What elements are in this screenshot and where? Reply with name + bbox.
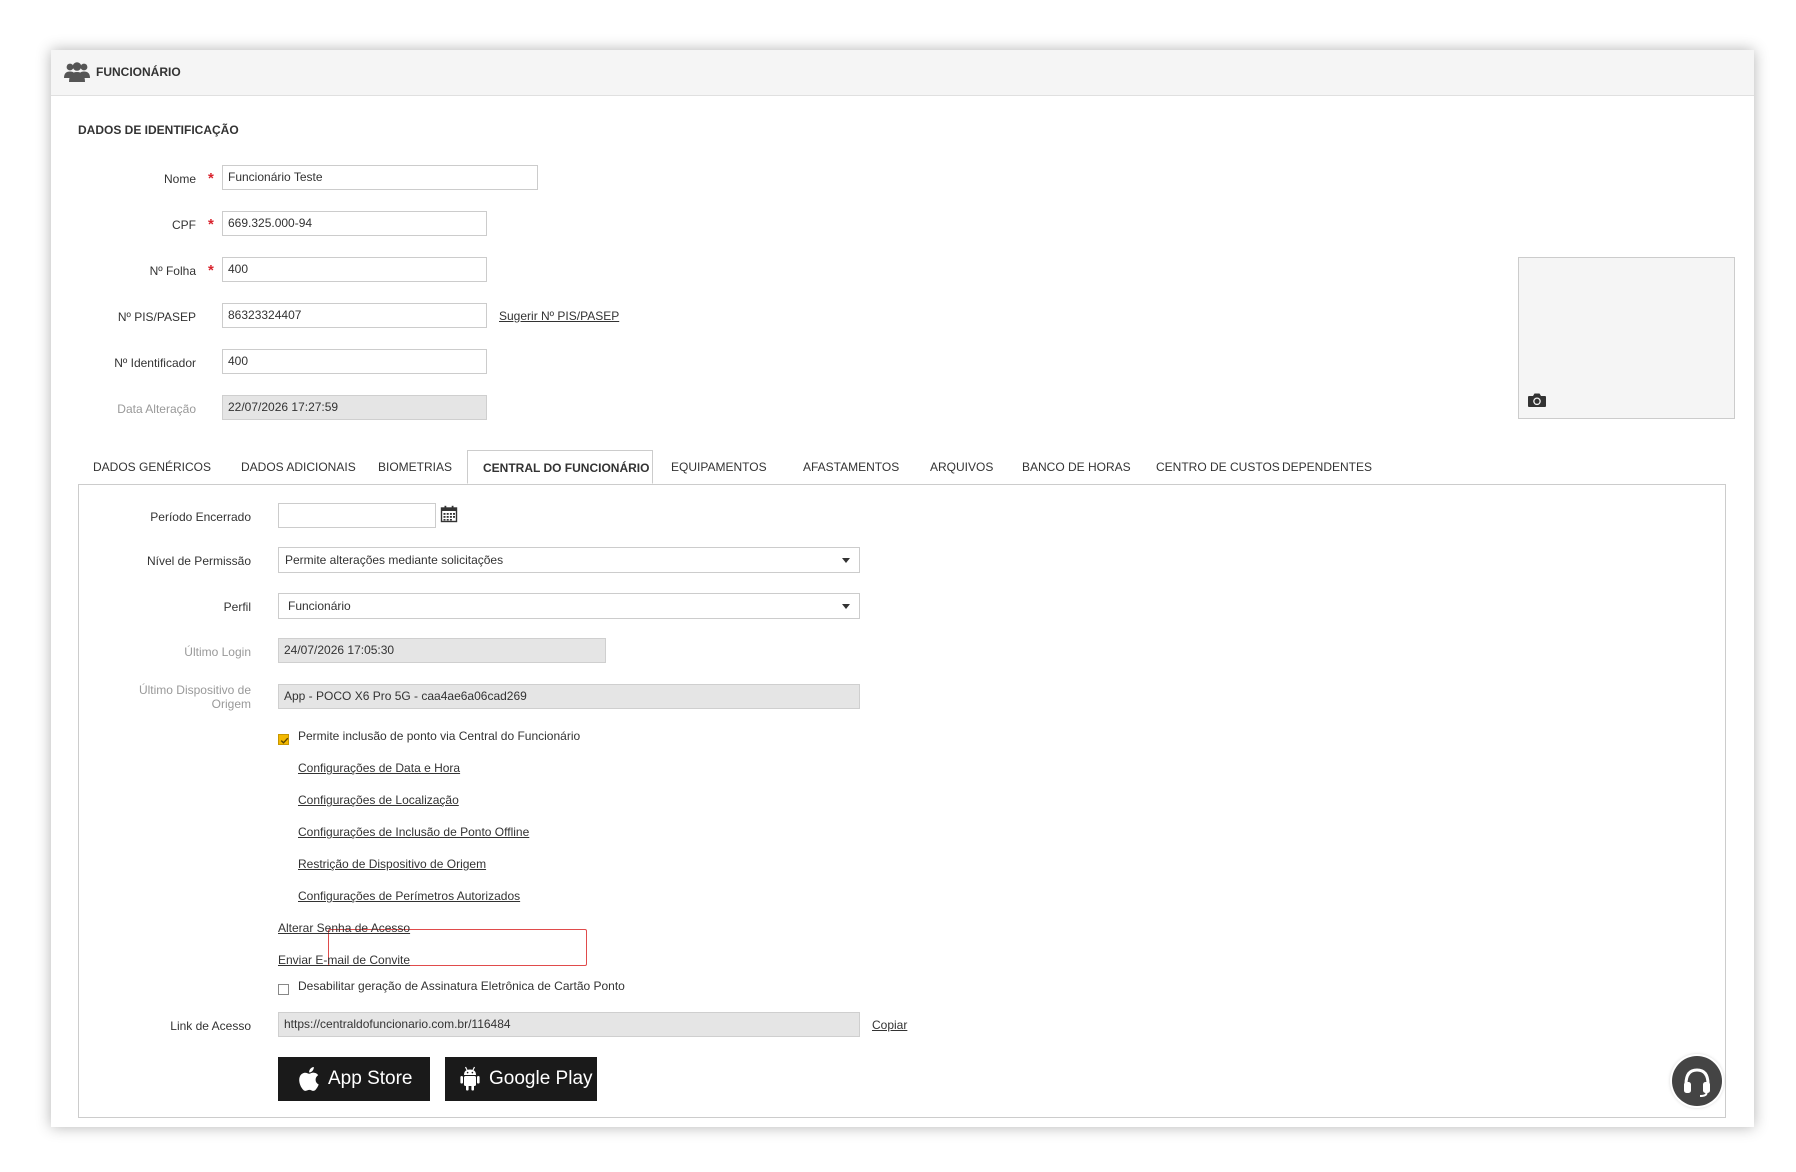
- tab-dados-genericos[interactable]: DADOS GENÉRICOS: [78, 450, 226, 484]
- tab-equipamentos[interactable]: EQUIPAMENTOS: [656, 450, 782, 484]
- nivel-permissao-value: Permite alterações mediante solicitações: [285, 553, 504, 567]
- ultimo-login-label: Último Login: [184, 645, 251, 659]
- pis-input[interactable]: 86323324407: [222, 303, 487, 328]
- perfil-select[interactable]: Funcionário: [278, 593, 860, 619]
- chevron-down-icon: [842, 558, 850, 563]
- desabilitar-assinatura-label[interactable]: Desabilitar geração de Assinatura Eletrô…: [298, 979, 625, 993]
- nivel-permissao-select[interactable]: Permite alterações mediante solicitações: [278, 547, 860, 573]
- apple-icon: [299, 1067, 319, 1091]
- identificador-input[interactable]: 400: [222, 349, 487, 374]
- section-title-identificacao: DADOS DE IDENTIFICAÇÃO: [78, 123, 239, 137]
- tab-dependentes[interactable]: DEPENDENTES: [1267, 450, 1387, 484]
- android-icon: [460, 1066, 480, 1091]
- funcionario-window: FUNCIONÁRIO DADOS DE IDENTIFICAÇÃO Nome …: [51, 50, 1754, 1127]
- google-play-button[interactable]: Google Play: [445, 1057, 597, 1101]
- folha-input[interactable]: 400: [222, 257, 487, 282]
- perfil-value: Funcionário: [288, 599, 351, 613]
- ultimo-dispositivo-field: App - POCO X6 Pro 5G - caa4ae6a06cad269: [278, 684, 860, 709]
- ultimo-dispositivo-label: Último Dispositivo de Origem: [139, 683, 251, 711]
- camera-icon[interactable]: [1527, 392, 1547, 408]
- google-play-label: Google Play: [489, 1068, 593, 1089]
- check-icon: [280, 737, 289, 744]
- required-mark: *: [208, 262, 214, 279]
- restricao-dispositivo-link[interactable]: Restrição de Dispositivo de Origem: [298, 857, 486, 871]
- identificador-label: Nº Identificador: [114, 356, 196, 370]
- data-alteracao-label: Data Alteração: [117, 402, 196, 416]
- window-header: FUNCIONÁRIO: [51, 50, 1754, 96]
- tab-biometrias[interactable]: BIOMETRIAS: [363, 450, 467, 484]
- support-button[interactable]: [1672, 1056, 1722, 1106]
- required-mark: *: [208, 216, 214, 233]
- nome-input[interactable]: Funcionário Teste: [222, 165, 538, 190]
- cpf-input[interactable]: 669.325.000-94: [222, 211, 487, 236]
- ultimo-dispositivo-label-line1: Último Dispositivo de: [138, 683, 251, 697]
- link-acesso-label: Link de Acesso: [170, 1019, 251, 1033]
- required-mark: *: [208, 170, 214, 187]
- permite-inclusao-label[interactable]: Permite inclusão de ponto via Central do…: [298, 729, 580, 743]
- copiar-link[interactable]: Copiar: [872, 1018, 907, 1032]
- tab-arquivos[interactable]: ARQUIVOS: [915, 450, 1008, 484]
- ultimo-dispositivo-label-line2: Origem: [211, 697, 251, 711]
- perfil-label: Perfil: [223, 600, 251, 614]
- config-data-hora-link[interactable]: Configurações de Data e Hora: [298, 761, 460, 775]
- app-store-button[interactable]: App Store: [278, 1057, 430, 1101]
- nivel-permissao-label: Nível de Permissão: [146, 554, 251, 568]
- tab-dados-adicionais[interactable]: DADOS ADICIONAIS: [226, 450, 371, 484]
- users-icon: [64, 62, 90, 82]
- alterar-senha-link[interactable]: Alterar Senha de Acesso: [278, 921, 410, 935]
- nome-label: Nome: [163, 172, 196, 186]
- folha-label: Nº Folha: [149, 264, 196, 278]
- tab-afastamentos[interactable]: AFASTAMENTOS: [788, 450, 914, 484]
- calendar-icon[interactable]: [440, 505, 458, 523]
- photo-area[interactable]: [1518, 257, 1735, 419]
- app-store-label: App Store: [328, 1068, 413, 1089]
- sugerir-pis-link[interactable]: Sugerir Nº PIS/PASEP: [499, 309, 619, 323]
- link-acesso-field[interactable]: https://centraldofuncionario.com.br/1164…: [278, 1012, 860, 1037]
- periodo-input[interactable]: [278, 503, 436, 528]
- headset-icon: [1684, 1068, 1710, 1097]
- desabilitar-assinatura-checkbox[interactable]: [278, 984, 289, 995]
- ultimo-login-field: 24/07/2026 17:05:30: [278, 638, 606, 663]
- tab-banco-de-horas[interactable]: BANCO DE HORAS: [1007, 450, 1146, 484]
- enviar-email-convite-link[interactable]: Enviar E-mail de Convite: [278, 953, 410, 967]
- config-perimetros-link[interactable]: Configurações de Perímetros Autorizados: [298, 889, 520, 903]
- permite-inclusao-checkbox[interactable]: [278, 734, 289, 745]
- page-title: FUNCIONÁRIO: [96, 65, 181, 79]
- cpf-label: CPF: [172, 218, 196, 232]
- periodo-label: Período Encerrado: [150, 510, 251, 524]
- config-localizacao-link[interactable]: Configurações de Localização: [298, 793, 459, 807]
- data-alteracao-field: 22/07/2026 17:27:59: [222, 395, 487, 420]
- chevron-down-icon: [842, 604, 850, 609]
- tab-central-do-funcionario[interactable]: CENTRAL DO FUNCIONÁRIO: [467, 450, 653, 484]
- pis-label: Nº PIS/PASEP: [117, 310, 196, 324]
- config-ponto-offline-link[interactable]: Configurações de Inclusão de Ponto Offli…: [298, 825, 529, 839]
